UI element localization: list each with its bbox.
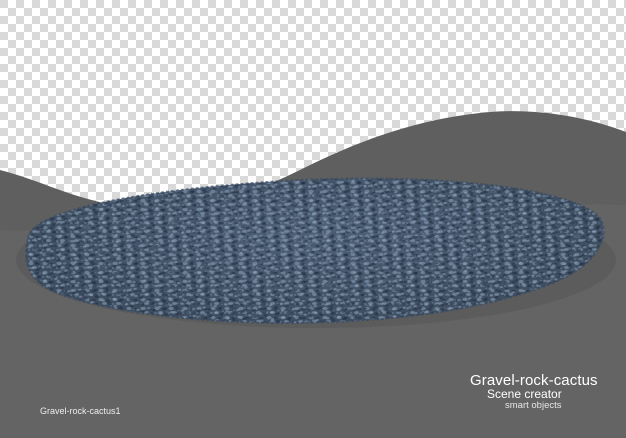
- image-tagline: smart objects: [505, 400, 562, 411]
- image-filename: Gravel-rock-cactus1: [40, 406, 121, 416]
- image-canvas: Gravel-rock-cactus Scene creator smart o…: [0, 0, 626, 438]
